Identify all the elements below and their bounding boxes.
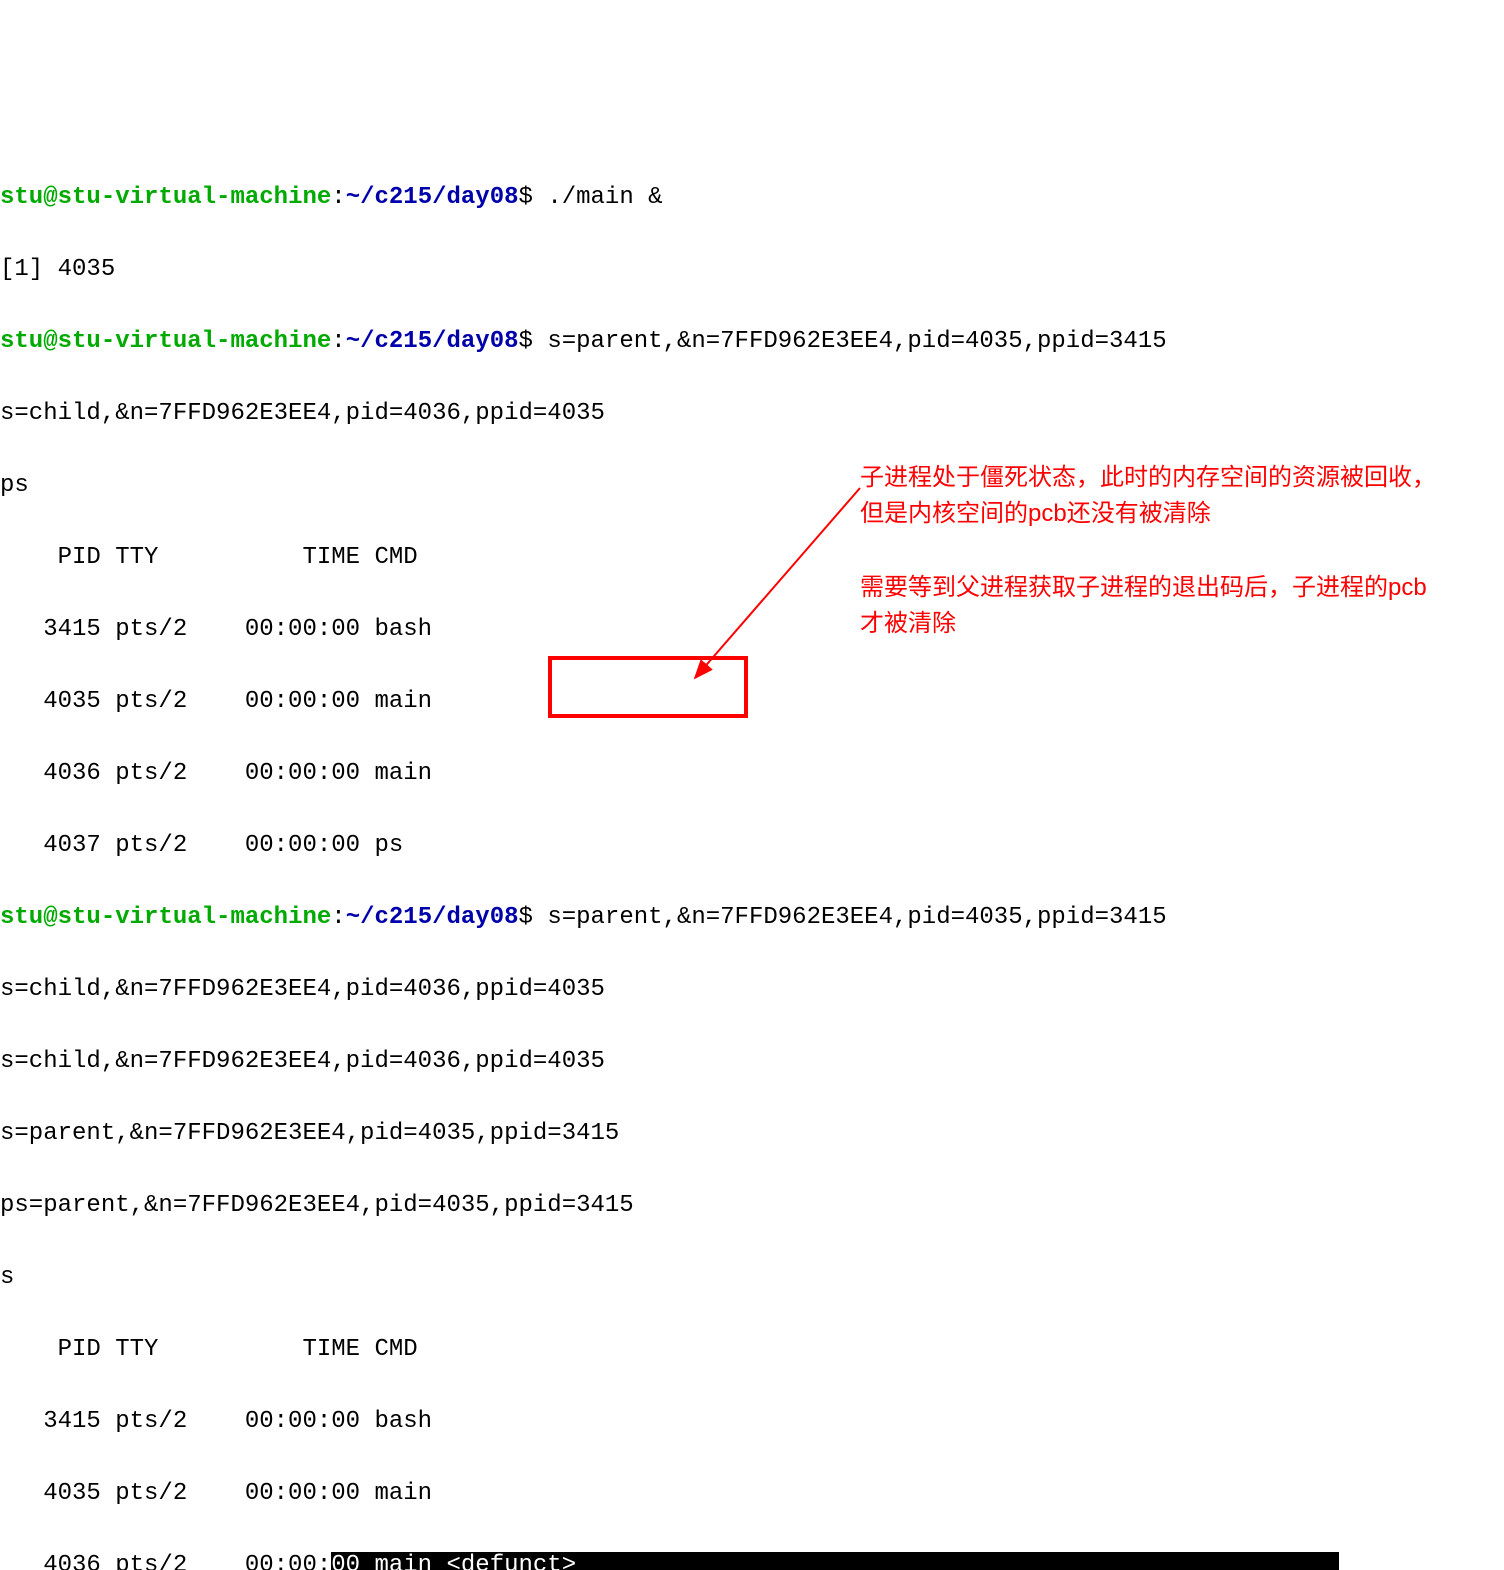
terminal-line: s=child,&n=7FFD962E3EE4,pid=4036,ppid=40… xyxy=(0,396,1504,432)
prompt-user: stu xyxy=(0,184,43,211)
output-text: s=parent,&n=7FFD962E3EE4,pid=4035,ppid=3… xyxy=(533,328,1167,355)
ps-row: 3415 pts/2 00:00:00 bash xyxy=(0,616,432,643)
terminal-line: 4036 pts/2 00:00:00 main <defunct> xyxy=(0,1548,1504,1570)
prompt-user: stu xyxy=(0,904,43,931)
terminal-line: s=child,&n=7FFD962E3EE4,pid=4036,ppid=40… xyxy=(0,1044,1504,1080)
prompt-colon: : xyxy=(331,328,345,355)
terminal-line: ps=parent,&n=7FFD962E3EE4,pid=4035,ppid=… xyxy=(0,1188,1504,1224)
output-text: s=child,&n=7FFD962E3EE4,pid=4036,ppid=40… xyxy=(0,400,605,427)
output-text: s=parent,&n=7FFD962E3EE4,pid=4035,ppid=3… xyxy=(533,904,1167,931)
prompt-host: stu-virtual-machine xyxy=(58,184,332,211)
terminal-line: s xyxy=(0,1260,1504,1296)
terminal-line: 4037 pts/2 00:00:00 ps xyxy=(0,828,1504,864)
terminal-line: 4036 pts/2 00:00:00 main xyxy=(0,756,1504,792)
ps-row: 4035 pts/2 00:00:00 main xyxy=(0,688,432,715)
terminal-line: 3415 pts/2 00:00:00 bash xyxy=(0,1404,1504,1440)
terminal-line: s=child,&n=7FFD962E3EE4,pid=4036,ppid=40… xyxy=(0,972,1504,1008)
prompt-at: @ xyxy=(43,328,57,355)
prompt-dollar: $ xyxy=(519,904,533,931)
output-text: s xyxy=(0,1264,14,1291)
ps-row: 4035 pts/2 00:00:00 main xyxy=(0,1480,432,1507)
terminal-line: [1] 4035 xyxy=(0,252,1504,288)
highlight-padding xyxy=(576,1552,1339,1570)
ps-row: 3415 pts/2 00:00:00 bash xyxy=(0,1408,432,1435)
ps-row: 4036 pts/2 00:00:00 main xyxy=(0,760,432,787)
prompt-host: stu-virtual-machine xyxy=(58,328,332,355)
terminal-line: PID TTY TIME CMD xyxy=(0,1332,1504,1368)
output-text: s=child,&n=7FFD962E3EE4,pid=4036,ppid=40… xyxy=(0,1048,605,1075)
prompt-at: @ xyxy=(43,904,57,931)
terminal-line: stu@stu-virtual-machine:~/c215/day08$ s=… xyxy=(0,324,1504,360)
command-text: ./main & xyxy=(533,184,663,211)
ps-row-prefix: 4036 pts/2 00:00: xyxy=(0,1552,331,1570)
annotation-text-1: 子进程处于僵死状态，此时的内存空间的资源被回收，但是内核空间的pcb还没有被清除 xyxy=(860,460,1440,532)
prompt-colon: : xyxy=(331,184,345,211)
output-text: ps=parent,&n=7FFD962E3EE4,pid=4035,ppid=… xyxy=(0,1192,634,1219)
ps-row-defunct-highlight: 00 main <defunct> xyxy=(331,1552,576,1570)
prompt-host: stu-virtual-machine xyxy=(58,904,332,931)
prompt-path: ~/c215/day08 xyxy=(346,904,519,931)
prompt-colon: : xyxy=(331,904,345,931)
output-text: s=parent,&n=7FFD962E3EE4,pid=4035,ppid=3… xyxy=(0,1120,619,1147)
ps-header: PID TTY TIME CMD xyxy=(0,544,418,571)
annotation-text-2: 需要等到父进程获取子进程的退出码后，子进程的pcb才被清除 xyxy=(860,570,1440,642)
prompt-dollar: $ xyxy=(519,328,533,355)
terminal-line: stu@stu-virtual-machine:~/c215/day08$ ./… xyxy=(0,180,1504,216)
prompt-path: ~/c215/day08 xyxy=(346,328,519,355)
output-text: ps xyxy=(0,472,29,499)
ps-row: 4037 pts/2 00:00:00 ps xyxy=(0,832,403,859)
terminal-output[interactable]: stu@stu-virtual-machine:~/c215/day08$ ./… xyxy=(0,144,1504,1570)
ps-header: PID TTY TIME CMD xyxy=(0,1336,418,1363)
prompt-at: @ xyxy=(43,184,57,211)
terminal-line: 4035 pts/2 00:00:00 main xyxy=(0,1476,1504,1512)
output-text: [1] 4035 xyxy=(0,256,115,283)
terminal-line: stu@stu-virtual-machine:~/c215/day08$ s=… xyxy=(0,900,1504,936)
terminal-line: s=parent,&n=7FFD962E3EE4,pid=4035,ppid=3… xyxy=(0,1116,1504,1152)
prompt-path: ~/c215/day08 xyxy=(346,184,519,211)
terminal-line: 4035 pts/2 00:00:00 main xyxy=(0,684,1504,720)
output-text: s=child,&n=7FFD962E3EE4,pid=4036,ppid=40… xyxy=(0,976,605,1003)
prompt-user: stu xyxy=(0,328,43,355)
prompt-dollar: $ xyxy=(519,184,533,211)
annotation-content: 需要等到父进程获取子进程的退出码后，子进程的pcb才被清除 xyxy=(860,574,1427,637)
annotation-content: 子进程处于僵死状态，此时的内存空间的资源被回收，但是内核空间的pcb还没有被清除 xyxy=(860,464,1436,527)
